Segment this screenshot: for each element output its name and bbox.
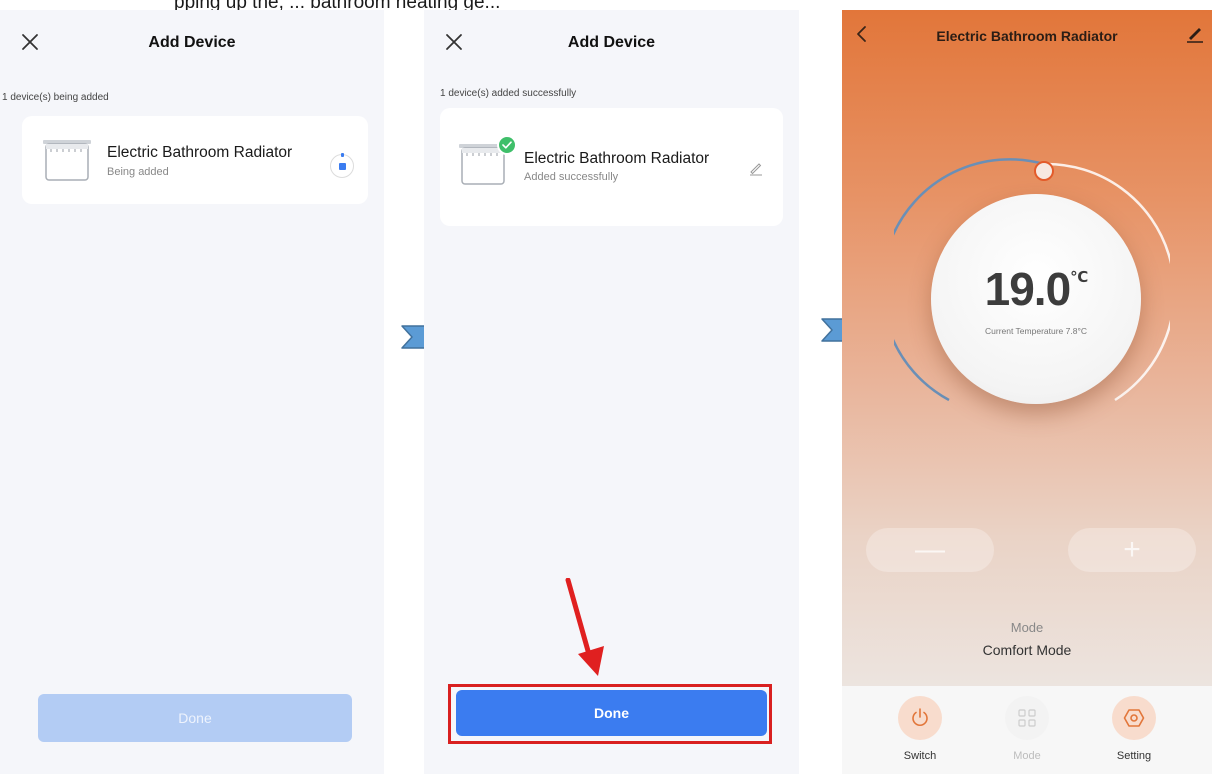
radiator-control-screen: Electric Bathroom Radiator 19.0℃ Current… — [842, 10, 1212, 774]
mode-caption: Mode — [1010, 620, 1044, 635]
device-status: Being added — [107, 166, 169, 178]
mode-value: Comfort Mode — [982, 642, 1072, 658]
setting-label: Setting — [1116, 750, 1152, 762]
pencil-icon[interactable] — [1186, 24, 1204, 44]
device-name: Electric Bathroom Radiator — [524, 150, 710, 167]
done-highlight-box — [448, 684, 772, 744]
device-card[interactable]: Electric Bathroom Radiator Added success… — [440, 108, 783, 226]
check-icon — [497, 135, 517, 155]
page-title: Add Device — [567, 34, 656, 51]
dial-handle[interactable] — [1034, 161, 1054, 181]
device-status: Added successfully — [524, 171, 619, 183]
pencil-icon[interactable] — [748, 160, 764, 176]
mode-button[interactable]: Mode — [987, 696, 1067, 772]
page-title: Add Device — [148, 34, 236, 51]
switch-label: Switch — [903, 750, 937, 762]
mode-circle[interactable] — [1005, 696, 1049, 740]
power-icon — [912, 708, 928, 726]
temperature-unit: ℃ — [1070, 269, 1088, 286]
settings-hex-icon — [1123, 709, 1145, 727]
adding-status-text: 1 device(s) being added — [2, 92, 109, 103]
tutorial-canvas: pping up the, ... bathroom heating ge...… — [0, 0, 1212, 774]
radiator-icon — [43, 140, 91, 181]
target-temperature-value: 19.0 — [984, 263, 1072, 315]
mode-label: Mode — [1013, 750, 1041, 762]
switch-button[interactable]: Switch — [880, 696, 960, 772]
add-device-screen-success: Add Device 1 device(s) added successfull… — [424, 10, 799, 774]
device-title: Electric Bathroom Radiator — [936, 28, 1118, 44]
current-temperature: Current Temperature 7.8°C — [985, 326, 1087, 336]
bottom-action-bar: Switch Mode Setting — [842, 686, 1212, 774]
setting-button[interactable]: Setting — [1094, 696, 1174, 772]
nav-bar: Add Device — [424, 10, 799, 74]
setting-circle[interactable] — [1112, 696, 1156, 740]
temperature-dial: 19.0℃ Current Temperature 7.8°C — [931, 194, 1141, 404]
grid-icon — [1018, 709, 1036, 727]
done-button-disabled: Done — [38, 694, 352, 742]
nav-bar: Electric Bathroom Radiator — [842, 10, 1212, 60]
pointer-arrow — [565, 578, 604, 676]
success-status-text: 1 device(s) added successfully — [440, 88, 577, 99]
nav-bar: Add Device — [0, 10, 384, 74]
switch-circle[interactable] — [898, 696, 942, 740]
increase-temp-button[interactable]: + — [1068, 528, 1196, 572]
device-card[interactable]: Electric Bathroom Radiator Being added — [22, 116, 368, 204]
device-name: Electric Bathroom Radiator — [107, 144, 293, 161]
target-temperature: 19.0℃ — [931, 262, 1141, 316]
add-device-screen-adding: Add Device 1 device(s) being added Elect… — [0, 10, 384, 774]
loading-icon — [330, 153, 354, 178]
decrease-temp-button[interactable]: — — [866, 528, 994, 572]
